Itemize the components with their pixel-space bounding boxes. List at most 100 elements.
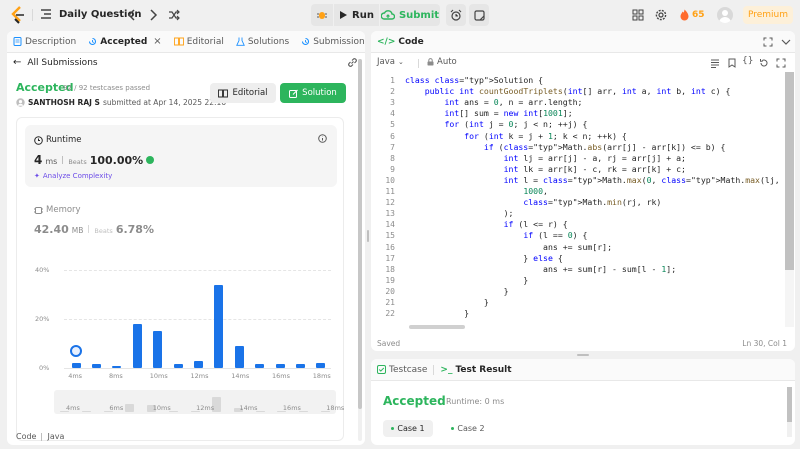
tab-label: Solutions <box>247 36 290 47</box>
braces-icon[interactable]: {} <box>742 56 753 66</box>
code-line[interactable]: } <box>405 275 528 286</box>
code-line[interactable]: } <box>405 297 489 308</box>
code-line[interactable]: } else { <box>405 253 562 264</box>
left-scrollbar[interactable] <box>358 59 362 441</box>
language-select[interactable]: Java ⌄ <box>377 57 404 67</box>
bar[interactable] <box>295 364 305 368</box>
lock-icon <box>427 58 434 66</box>
notes-button[interactable] <box>469 4 489 26</box>
code-line[interactable]: ans += sum[r] - sum[l - 1]; <box>405 264 676 275</box>
scroll-thumb[interactable] <box>358 59 362 409</box>
code-line[interactable]: for (int j = 0; j < n; ++j) { <box>405 119 587 130</box>
problem-list-icon[interactable] <box>40 8 52 20</box>
code-line[interactable]: int[] sum = new int[1001]; <box>405 108 572 119</box>
bar[interactable] <box>255 364 265 368</box>
submit-button[interactable]: Submit <box>380 4 440 26</box>
tab-editorial[interactable]: Editorial <box>168 31 230 53</box>
tab-testcase[interactable]: Testcase <box>371 359 433 381</box>
vertical-resize-handle[interactable] <box>367 230 369 242</box>
tab-submissions[interactable]: Submissions <box>295 31 365 53</box>
bar[interactable] <box>92 364 102 368</box>
bar[interactable] <box>214 284 224 368</box>
scroll-thumb[interactable] <box>785 72 794 270</box>
result-scrollbar[interactable] <box>787 387 792 437</box>
autocomplete-mode[interactable]: Auto <box>427 57 457 67</box>
tab-description[interactable]: Description <box>7 31 82 53</box>
code-line[interactable]: 1000, <box>405 186 548 197</box>
code-line[interactable]: ans += sum[r]; <box>405 242 612 253</box>
memory-box[interactable]: Memory 42.40 MB Beats 6.78% <box>25 196 337 246</box>
code-line[interactable]: if (class="typ">Math.abs(arr[j] - arr[k]… <box>405 142 726 153</box>
code-line[interactable]: } <box>405 286 509 297</box>
grid-line <box>64 368 331 369</box>
runtime-box[interactable]: Runtime 4 ms Beats 100.00% ✦ Analyze Com… <box>25 125 337 187</box>
range-brush[interactable]: 4ms 6ms 10ms 12ms 14ms 16ms 18ms <box>54 390 344 414</box>
your-submission-marker[interactable] <box>70 345 83 358</box>
next-question-icon[interactable] <box>148 9 158 21</box>
bar[interactable] <box>234 345 244 368</box>
bar[interactable] <box>112 365 122 368</box>
code-line[interactable]: public int countGoodTriplets(int[] arr, … <box>405 86 731 97</box>
info-icon[interactable] <box>318 134 327 143</box>
bar[interactable] <box>71 363 81 368</box>
tab-solutions[interactable]: Solutions <box>230 31 295 53</box>
shuffle-icon[interactable] <box>168 9 180 21</box>
bar[interactable] <box>316 363 326 368</box>
close-tab-icon[interactable]: × <box>153 36 161 47</box>
code-editor[interactable]: 1 class class="typ">Solution {2 public in… <box>371 75 783 327</box>
collapse-chevron-icon[interactable] <box>781 37 791 47</box>
editor-scrollbar[interactable] <box>785 72 794 327</box>
tab-accepted[interactable]: Accepted × <box>82 31 167 53</box>
share-link-icon[interactable] <box>347 57 358 68</box>
h-scrollbar[interactable] <box>409 325 465 329</box>
result-status: Accepted <box>383 394 446 408</box>
code-line[interactable]: if (l == 0) { <box>405 230 587 241</box>
streak-counter[interactable]: 65 <box>680 9 705 21</box>
solution-button[interactable]: Solution <box>280 83 346 103</box>
code-line[interactable]: ); <box>405 208 514 219</box>
line-number: 11 <box>385 187 395 196</box>
avatar[interactable] <box>717 7 733 23</box>
submitter-name[interactable]: SANTHOSH RAJ S <box>28 98 100 107</box>
prev-question-icon[interactable] <box>127 9 137 21</box>
horizontal-resize-handle[interactable] <box>577 354 589 356</box>
bookmark-icon[interactable] <box>727 58 737 68</box>
case-2-tab[interactable]: Case 2 <box>443 420 493 437</box>
code-line[interactable]: for (int k = j + 1; k < n; ++k) { <box>405 131 627 142</box>
run-button[interactable]: Run <box>334 4 379 26</box>
fullscreen-icon[interactable] <box>776 58 786 68</box>
reset-code-icon[interactable] <box>759 58 769 68</box>
code-header: </> Code <box>371 31 795 53</box>
bar[interactable] <box>275 364 285 368</box>
code-line[interactable]: int l = class="typ">Math.max(0, class="t… <box>405 175 783 186</box>
scroll-thumb[interactable] <box>787 387 792 422</box>
line-number: 19 <box>385 275 395 285</box>
analyze-complexity-link[interactable]: ✦ Analyze Complexity <box>34 172 112 180</box>
bar[interactable] <box>132 323 142 368</box>
bar[interactable] <box>153 331 163 368</box>
leetcode-logo-icon[interactable] <box>10 6 26 24</box>
code-line[interactable]: class="typ">Math.min(rj, rk) <box>405 197 661 208</box>
code-line[interactable]: if (l <= r) { <box>405 219 568 230</box>
code-line[interactable]: int lk = arr[k] - c, rk = arr[k] + c; <box>405 164 686 175</box>
bar[interactable] <box>173 364 183 368</box>
timer-button[interactable] <box>446 4 466 26</box>
case-1-tab[interactable]: Case 1 <box>383 420 433 437</box>
premium-button[interactable]: Premium <box>743 6 793 24</box>
settings-gear-icon[interactable] <box>655 9 667 21</box>
format-icon[interactable] <box>710 58 720 68</box>
cursor-position: Ln 30, Col 1 <box>742 339 787 348</box>
debug-button[interactable] <box>311 4 333 26</box>
runtime-distribution-chart[interactable]: 40% 20% 0% 4ms 8ms 10ms 12ms 14ms 16ms 18ms <box>17 258 345 388</box>
code-line[interactable]: } <box>405 308 469 319</box>
back-to-submissions[interactable]: ← All Submissions <box>13 57 98 68</box>
tab-test-result[interactable]: >_ Test Result <box>434 359 517 381</box>
bar[interactable] <box>194 360 203 368</box>
layout-icon[interactable] <box>632 9 644 21</box>
code-line[interactable]: int ans = 0, n = arr.length; <box>405 97 582 108</box>
code-line[interactable]: class class="typ">Solution { <box>405 75 543 86</box>
code-line[interactable]: int lj = arr[j] - a, rj = arr[j] + a; <box>405 153 686 164</box>
maximize-icon[interactable] <box>763 37 773 47</box>
code-tab[interactable]: </> Code <box>371 31 430 53</box>
editorial-button[interactable]: Editorial <box>210 83 276 103</box>
